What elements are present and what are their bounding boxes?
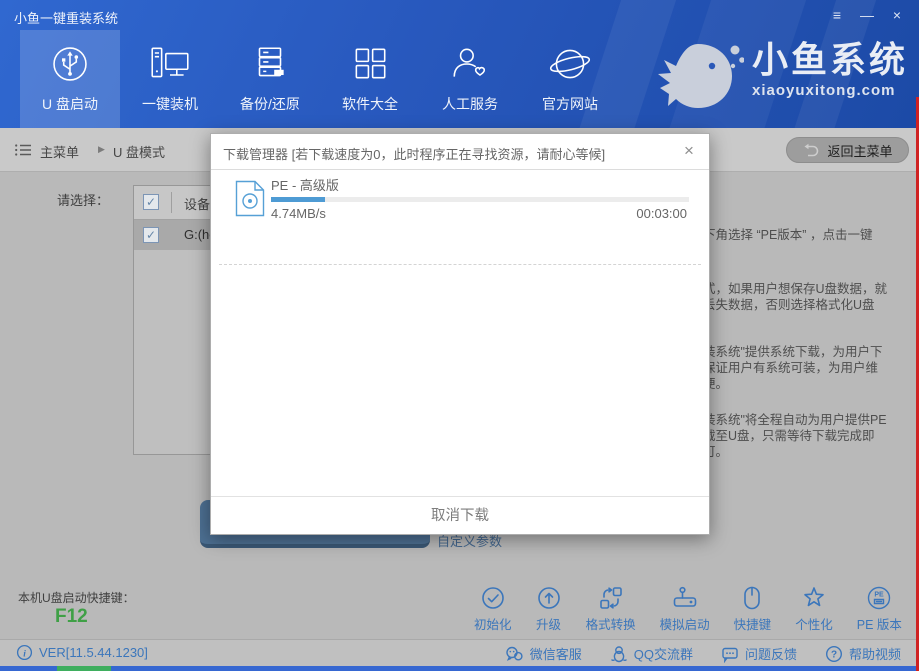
breadcrumb-current: U 盘模式 bbox=[113, 142, 165, 161]
instruction-text: 装系统"将全程自动为用户提供PE 载至U盘，只需等待下载完成即 可。 bbox=[703, 412, 919, 460]
breadcrumb-root[interactable]: 主菜单 bbox=[40, 142, 79, 161]
tool-simulate-boot[interactable]: 模拟启动 bbox=[660, 584, 710, 633]
feedback-link[interactable]: 问题反馈 bbox=[721, 644, 797, 663]
tool-hotkey[interactable]: 快捷键 bbox=[734, 584, 772, 633]
download-item-name: PE - 高级版 bbox=[271, 175, 339, 194]
nav-label: 官方网站 bbox=[520, 94, 620, 114]
nav-label: 软件大全 bbox=[320, 94, 420, 114]
header: 小鱼一键重装系统 ≡ — × U 盘启动 bbox=[0, 0, 919, 128]
svg-text:?: ? bbox=[831, 649, 837, 660]
nav-item-one-key-install[interactable]: 一键装机 bbox=[120, 30, 220, 128]
device-column-header: 设备 bbox=[184, 194, 210, 213]
download-progress-track bbox=[271, 197, 689, 202]
nav-label: 人工服务 bbox=[420, 94, 520, 114]
usb-icon bbox=[20, 30, 120, 90]
download-progress-fill bbox=[271, 197, 325, 202]
support-person-icon bbox=[420, 30, 520, 90]
breadcrumb-arrow-icon: ▶ bbox=[98, 144, 105, 155]
computer-icon bbox=[120, 30, 220, 90]
nav-label: 备份/还原 bbox=[220, 94, 320, 114]
dialog-close-icon[interactable]: × bbox=[679, 141, 699, 161]
disc-file-icon bbox=[235, 180, 265, 217]
help-icon: ? bbox=[825, 645, 843, 663]
download-item: PE - 高级版 4.74MB/s 00:03:00 bbox=[211, 169, 709, 229]
qq-group-link[interactable]: QQ交流群 bbox=[610, 644, 693, 663]
instruction-text: 装系统"提供系统下载，为用户下 保证用户有系统可装，为用户维 便。 bbox=[703, 344, 919, 392]
download-manager-dialog: 下载管理器 [若下载速度为0，此时程序正在寻找资源，请耐心等候] × PE - … bbox=[210, 133, 710, 535]
nav-item-backup-restore[interactable]: 备份/还原 bbox=[220, 30, 320, 128]
window-title: 小鱼一键重装系统 bbox=[14, 8, 118, 27]
main-nav: U 盘启动 一键装机 bbox=[20, 30, 620, 128]
download-speed: 4.74MB/s bbox=[271, 206, 326, 221]
back-to-main-menu-button[interactable]: 返回主菜单 bbox=[786, 137, 909, 163]
boot-hotkey-label: 本机U盘启动快捷键： bbox=[18, 589, 135, 606]
wechat-support-link[interactable]: 微信客服 bbox=[505, 644, 582, 663]
globe-icon bbox=[520, 30, 620, 90]
svg-text:PE: PE bbox=[875, 591, 885, 598]
return-arrow-icon bbox=[802, 143, 820, 157]
tool-initialize[interactable]: 初始化 bbox=[474, 584, 512, 633]
brand-logo: 小鱼系统 xiaoyuxitong.com bbox=[652, 40, 908, 112]
version-label: VER[11.5.44.1230] bbox=[39, 645, 148, 660]
dialog-title: 下载管理器 [若下载速度为0，此时程序正在寻找资源，请耐心等候] bbox=[223, 144, 605, 163]
feedback-icon bbox=[721, 645, 739, 663]
select-label: 请选择： bbox=[57, 190, 109, 209]
tool-format-convert[interactable]: 格式转换 bbox=[586, 584, 636, 633]
dialog-titlebar: 下载管理器 [若下载速度为0，此时程序正在寻找资源，请耐心等候] × bbox=[211, 134, 709, 170]
tool-pe-version[interactable]: PE PE 版本 bbox=[857, 584, 902, 633]
backup-restore-icon bbox=[220, 30, 320, 90]
mouse-icon bbox=[734, 584, 772, 611]
nav-label: 一键装机 bbox=[120, 94, 220, 114]
upgrade-icon bbox=[536, 584, 562, 611]
info-icon: i bbox=[16, 644, 33, 661]
tool-bar: 初始化 升级 格式转换 bbox=[474, 584, 902, 633]
qq-icon bbox=[610, 645, 628, 663]
star-icon bbox=[795, 584, 833, 611]
fish-logo-icon bbox=[652, 40, 744, 112]
help-video-link[interactable]: ? 帮助视频 bbox=[825, 644, 901, 663]
nav-label: U 盘启动 bbox=[20, 94, 120, 114]
initialize-icon bbox=[474, 584, 512, 611]
dialog-footer: 取消下载 bbox=[211, 496, 709, 534]
select-all-checkbox[interactable]: ✓ bbox=[143, 194, 159, 210]
close-icon[interactable]: × bbox=[887, 5, 907, 25]
row-checkbox[interactable]: ✓ bbox=[143, 227, 159, 243]
bottom-strip bbox=[0, 666, 919, 671]
instruction-text: 式，如果用户想保存U盘数据，就 丢失数据，否则选择格式化U盘 bbox=[703, 281, 919, 313]
tool-personalize[interactable]: 个性化 bbox=[795, 584, 833, 633]
nav-item-usb-boot[interactable]: U 盘启动 bbox=[20, 30, 120, 128]
column-divider bbox=[171, 192, 172, 213]
menu-icon[interactable]: ≡ bbox=[827, 5, 847, 25]
nav-item-website[interactable]: 官方网站 bbox=[520, 30, 620, 128]
back-button-label: 返回主菜单 bbox=[827, 141, 892, 160]
format-convert-icon bbox=[586, 584, 636, 611]
brand-name: 小鱼系统 bbox=[752, 40, 908, 80]
nav-item-software[interactable]: 软件大全 bbox=[320, 30, 420, 128]
software-grid-icon bbox=[320, 30, 420, 90]
item-divider bbox=[219, 264, 701, 265]
app-window: 小鱼一键重装系统 ≡ — × U 盘启动 bbox=[0, 0, 919, 671]
boot-hotkey-value: F12 bbox=[55, 606, 88, 628]
tool-upgrade[interactable]: 升级 bbox=[536, 584, 562, 633]
cancel-download-button[interactable]: 取消下载 bbox=[411, 497, 509, 535]
wechat-icon bbox=[505, 645, 524, 663]
minimize-icon[interactable]: — bbox=[857, 5, 877, 25]
joystick-icon bbox=[660, 584, 710, 611]
instruction-text: 下角选择 “PE版本” ，点击一键 bbox=[703, 227, 919, 243]
footer-bar: i VER[11.5.44.1230] 微信客服 bbox=[0, 639, 919, 666]
pe-version-icon: PE bbox=[857, 584, 902, 611]
nav-item-support[interactable]: 人工服务 bbox=[420, 30, 520, 128]
download-time-remaining: 00:03:00 bbox=[636, 206, 687, 221]
bottom-strip-green bbox=[57, 666, 111, 671]
list-icon bbox=[14, 143, 32, 157]
svg-text:i: i bbox=[23, 649, 26, 659]
brand-domain: xiaoyuxitong.com bbox=[752, 82, 908, 99]
